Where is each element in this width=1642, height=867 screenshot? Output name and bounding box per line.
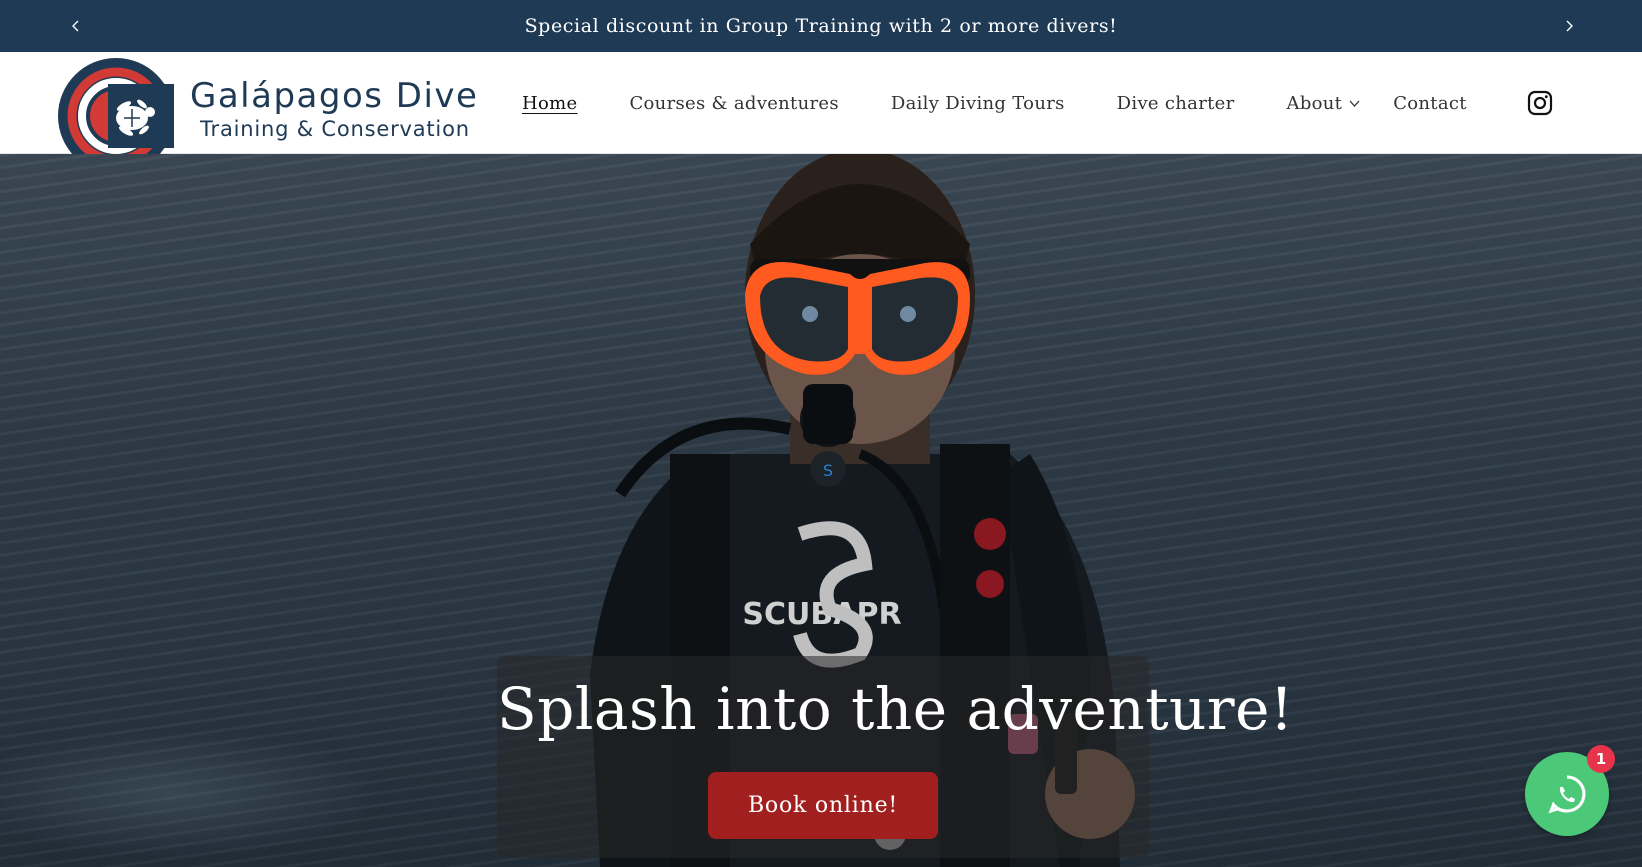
chevron-right-icon[interactable] bbox=[1557, 14, 1581, 38]
nav-about-label: About bbox=[1286, 92, 1343, 114]
nav-courses-adventures[interactable]: Courses & adventures bbox=[629, 93, 838, 114]
instagram-icon[interactable] bbox=[1527, 90, 1553, 116]
announcement-bar: Special discount in Group Training with … bbox=[0, 0, 1642, 52]
site-header: Galápagos Dive Training & Conservation H… bbox=[0, 52, 1642, 174]
announcement-text: Special discount in Group Training with … bbox=[524, 15, 1118, 37]
nav-home[interactable]: Home bbox=[522, 93, 577, 114]
book-online-button[interactable]: Book online! bbox=[708, 772, 938, 839]
nav-dive-charter[interactable]: Dive charter bbox=[1117, 93, 1235, 114]
notification-badge: 1 bbox=[1587, 745, 1615, 773]
logo-title: Galápagos Dive bbox=[190, 76, 479, 116]
hero-title: Splash into the adventure! bbox=[497, 675, 1294, 743]
chevron-left-icon[interactable] bbox=[64, 14, 88, 38]
svg-text:S: S bbox=[823, 461, 833, 480]
nav-about[interactable]: About bbox=[1287, 93, 1362, 114]
chevron-down-icon bbox=[1349, 100, 1360, 107]
nav-daily-diving-tours[interactable]: Daily Diving Tours bbox=[891, 93, 1065, 114]
hero-banner: S SCUBAPR Splash into the adventure! Boo… bbox=[0, 154, 1642, 867]
logo-subtitle: Training & Conservation bbox=[200, 117, 470, 141]
nav-contact[interactable]: Contact bbox=[1393, 93, 1467, 114]
main-nav: Home Courses & adventures Daily Diving T… bbox=[522, 52, 1519, 154]
